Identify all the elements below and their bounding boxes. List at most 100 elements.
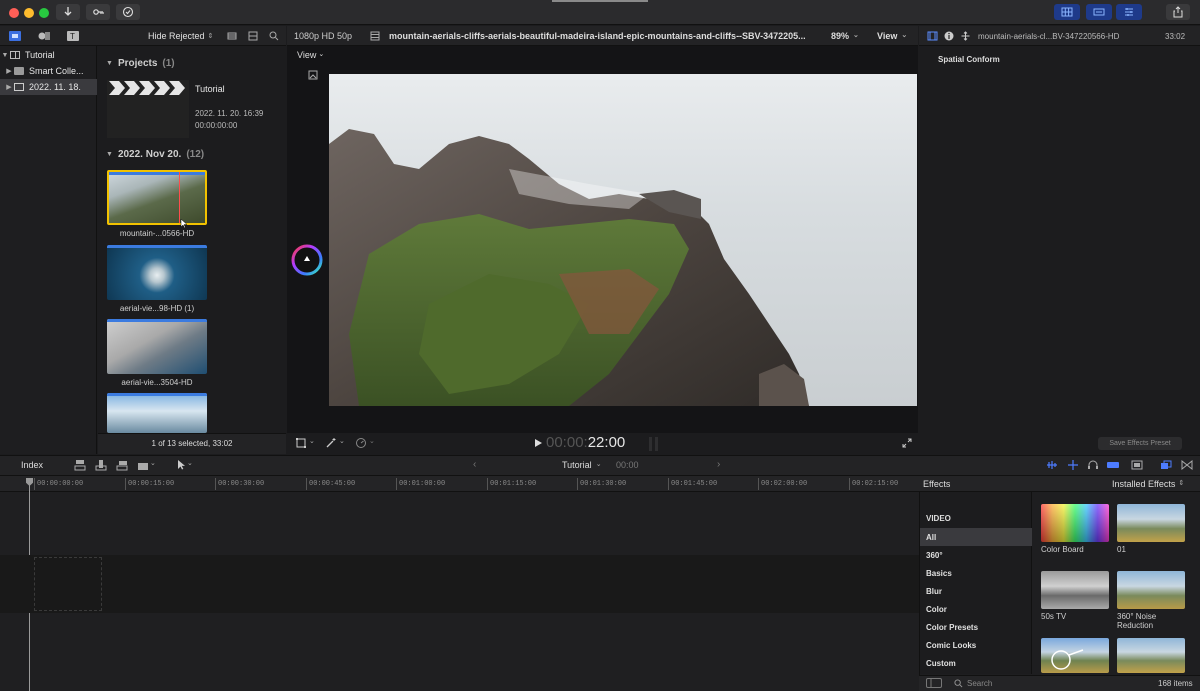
spatial-conform-heading[interactable]: Spatial Conform <box>938 55 1000 64</box>
ruler-label: 00:01:45:00 <box>671 480 718 488</box>
transform-inspector-tab[interactable] <box>960 31 971 41</box>
show-inspector-button[interactable] <box>1116 4 1142 20</box>
clip-thumbnail[interactable] <box>107 393 207 433</box>
info-inspector-tab[interactable] <box>944 31 954 41</box>
effects-category-item[interactable]: Color Presets <box>920 618 1032 636</box>
chevron-down-icon: ⌄ <box>187 460 193 467</box>
gradient-overlay <box>1041 504 1109 542</box>
clip-appearance-button[interactable] <box>227 31 237 41</box>
projects-section-header[interactable]: ▼ Projects (1) <box>106 58 175 69</box>
browser-grid-icon <box>1061 7 1073 17</box>
effects-source-menu[interactable]: Installed Effects ⇕ <box>1112 479 1184 489</box>
view-menu-label: View <box>877 31 898 41</box>
ruler-label: 00:01:30:00 <box>580 480 627 488</box>
library-item-tutorial[interactable]: ▼ Tutorial <box>0 47 97 63</box>
transform-button[interactable]: ⌄ <box>295 437 315 449</box>
effects-category-item[interactable]: Blur <box>920 582 1032 600</box>
fullscreen-button[interactable] <box>902 438 912 448</box>
ruler-tick <box>577 478 578 490</box>
clip-thumbnail-selected[interactable] <box>107 170 207 225</box>
save-effects-preset-button[interactable]: Save Effects Preset <box>1098 437 1182 450</box>
view-menu[interactable]: View ⌄ <box>877 31 907 41</box>
effect-thumbnail <box>1117 638 1185 673</box>
image-mode-button[interactable] <box>308 70 318 80</box>
show-browser-button[interactable] <box>1054 4 1080 20</box>
effect-thumbnail <box>1041 638 1109 673</box>
effect-color-board[interactable]: Color Board <box>1041 504 1109 555</box>
skimming-button[interactable] <box>1067 460 1079 470</box>
snapping-button[interactable] <box>1106 460 1120 470</box>
effect-thumbnail-partial[interactable] <box>1117 638 1185 673</box>
effects-category-item[interactable]: 360° <box>920 546 1032 564</box>
show-effects-browser-button[interactable] <box>1160 460 1172 470</box>
empty-storyline-placeholder[interactable] <box>34 557 102 611</box>
zoom-menu[interactable]: 89% ⌄ <box>831 31 859 41</box>
keywords-button[interactable] <box>86 4 110 20</box>
connect-clip-button[interactable] <box>74 459 86 471</box>
library-item-smart-collections[interactable]: ▶ Smart Colle... <box>0 63 97 79</box>
background-tasks-button[interactable] <box>116 4 140 20</box>
search-button[interactable] <box>269 31 279 41</box>
audio-skimming-button[interactable] <box>1046 460 1058 470</box>
timecode-display[interactable]: 00:00: 22:00 <box>546 434 625 451</box>
zoom-window-button[interactable] <box>39 8 49 18</box>
ruler-tick <box>125 478 126 490</box>
minimize-window-button[interactable] <box>24 8 34 18</box>
share-button[interactable] <box>1166 4 1190 20</box>
tool-select-button[interactable]: ⌄ <box>176 459 196 471</box>
clip-thumbnail[interactable] <box>107 245 207 300</box>
photos-audio-icon <box>38 32 50 40</box>
libraries-tab[interactable] <box>8 30 22 42</box>
close-window-button[interactable] <box>9 8 19 18</box>
clip-waveform-bar <box>107 245 207 248</box>
waveform-icon <box>1047 461 1057 469</box>
timeline-index-button[interactable]: Index <box>21 460 43 470</box>
chevron-down-icon: ⌄ <box>318 51 325 58</box>
video-inspector-tab[interactable] <box>927 31 938 41</box>
effect-360-noise-reduction[interactable]: 360° Noise Reduction <box>1117 571 1185 631</box>
effects-category-item[interactable]: Custom <box>920 654 1032 672</box>
effects-category-item[interactable]: Color <box>920 600 1032 618</box>
filter-menu[interactable]: Hide Rejected ⇕ <box>148 30 213 42</box>
color-wheel-control[interactable] <box>291 244 323 276</box>
insert-clip-button[interactable] <box>95 459 107 471</box>
inspector-body <box>919 46 1200 433</box>
retime-button[interactable]: ⌄ <box>355 437 379 449</box>
clip-waveform-bar <box>107 319 207 322</box>
effects-category-item[interactable]: Comic Looks <box>920 636 1032 654</box>
timeline-forward-button[interactable]: › <box>717 459 720 470</box>
library-item-event[interactable]: ▶ 2022. 11. 18. <box>0 79 97 95</box>
solo-button[interactable] <box>1087 460 1099 470</box>
fullscreen-icon <box>902 438 912 448</box>
timeline-project-menu[interactable]: Tutorial ⌄ <box>562 460 602 470</box>
effect-thumbnail-partial[interactable] <box>1041 638 1109 673</box>
photos-audio-tab[interactable] <box>37 30 51 42</box>
toggle-sidebar-button[interactable] <box>926 678 942 688</box>
append-clip-button[interactable] <box>116 459 128 471</box>
overwrite-clip-button[interactable]: ⌄ <box>137 459 157 471</box>
clip-thumbnail[interactable] <box>107 319 207 374</box>
show-transitions-browser-button[interactable] <box>1181 460 1193 470</box>
list-view-button[interactable] <box>248 31 258 41</box>
clip-waveform-bar <box>109 172 205 175</box>
timeline-back-button[interactable]: ‹ <box>473 459 476 470</box>
import-button[interactable] <box>56 4 80 20</box>
effect-50s-tv[interactable]: 50s TV <box>1041 571 1109 622</box>
primary-storyline <box>0 555 919 613</box>
effects-category-item[interactable]: Basics <box>920 564 1032 582</box>
project-thumbnail[interactable] <box>107 80 189 138</box>
ruler-label: 00:00:30:00 <box>218 480 265 488</box>
color-view-menu[interactable]: View ⌄ <box>297 50 325 62</box>
play-button[interactable] <box>533 438 543 448</box>
effects-search-field[interactable]: Search <box>954 677 1084 689</box>
effect-01[interactable]: 01 <box>1117 504 1185 555</box>
project-name: Tutorial <box>195 84 225 94</box>
event-star-icon <box>14 83 24 91</box>
enhance-button[interactable]: ⌄ <box>325 437 347 449</box>
effects-category-item[interactable]: All <box>920 528 1032 546</box>
chevron-down-icon: ⌄ <box>309 438 315 445</box>
clip-appearance-timeline-button[interactable] <box>1131 460 1143 470</box>
show-timeline-button[interactable] <box>1086 4 1112 20</box>
event-section-header[interactable]: ▼ 2022. Nov 20. (12) <box>106 149 204 160</box>
titles-generators-tab[interactable]: T <box>66 30 80 42</box>
